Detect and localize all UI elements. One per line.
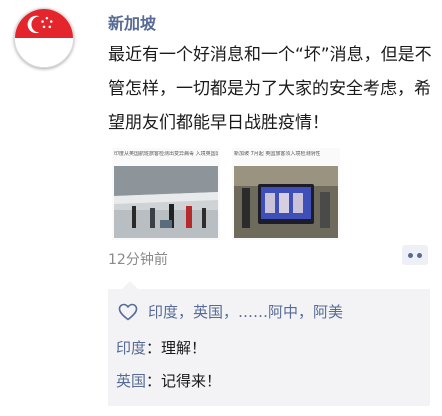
- post-image-1[interactable]: 印度从英国航班旅客检测出变异病毒 入境英国需出示阴性证明: [112, 148, 220, 240]
- avatar[interactable]: [14, 8, 74, 68]
- image-2-headline: 新加坡 7月起 英国旅客须入境检测阴性: [234, 151, 321, 157]
- post-text: 最近有一个好消息和一个“坏”消息，但是不管怎样，一切都是为了大家的安全考虑，希望…: [108, 45, 432, 133]
- more-actions-button[interactable]: [402, 245, 428, 265]
- comment-text: 记得来！: [161, 372, 222, 390]
- airport-screening-photo: [234, 166, 338, 238]
- post-timestamp: 12分钟前: [108, 252, 168, 268]
- image-1-headline: 印度从英国航班旅客检测出变异病毒 入境英国需出示阴性证明: [114, 151, 218, 157]
- comment-separator: ：: [146, 339, 162, 357]
- post-image-2[interactable]: 新加坡 7月起 英国旅客须入境检测阴性: [232, 148, 340, 240]
- comment-text: 理解！: [161, 339, 207, 357]
- comment-section: 印度，英国，……阿中，阿美 印度：理解！ 英国：记得来！: [108, 281, 430, 406]
- comment-author[interactable]: 印度: [116, 339, 146, 357]
- more-dot-icon: [408, 252, 413, 258]
- airport-terminal-photo: [114, 166, 218, 238]
- more-dot-icon: [417, 252, 422, 258]
- heart-icon: [118, 303, 138, 320]
- comment-item[interactable]: 印度：理解！: [116, 337, 206, 358]
- singapore-flag-icon: [15, 9, 73, 67]
- likes-names[interactable]: 印度，英国，……阿中，阿美: [148, 301, 343, 322]
- likes-row: 印度，英国，……阿中，阿美: [118, 301, 343, 322]
- post-username[interactable]: 新加坡: [108, 10, 156, 34]
- comment-separator: ：: [146, 372, 162, 390]
- comment-author[interactable]: 英国: [116, 372, 146, 390]
- comment-item[interactable]: 英国：记得来！: [116, 370, 221, 391]
